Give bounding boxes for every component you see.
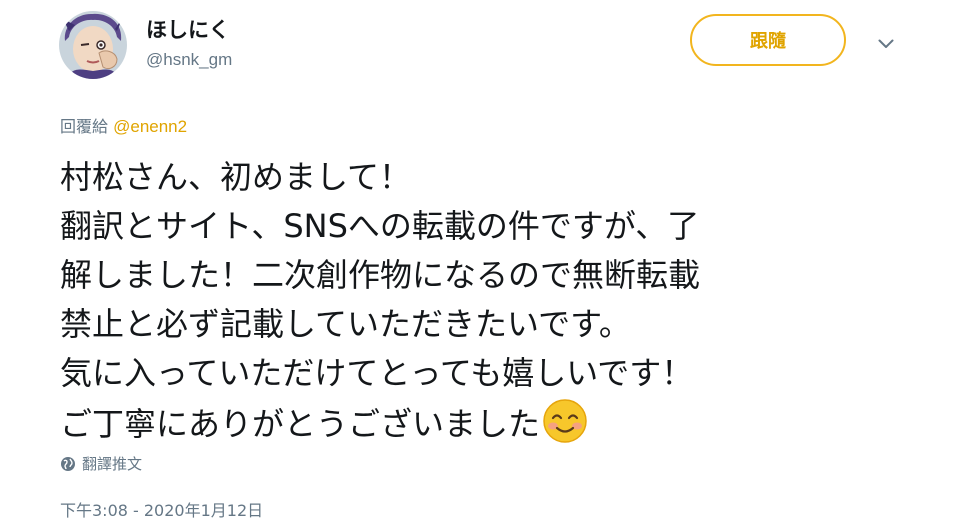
tweet-text: 村松さん、初めまして！ 翻訳とサイト、SNSへの転載の件ですが、了 解しました！… <box>60 153 920 449</box>
reply-mention-link[interactable]: @enenn2 <box>113 117 187 136</box>
tweet-text-line: 気に入っていただけてとっても嬉しいです！ <box>60 354 694 392</box>
tweet-text-line: ご丁寧にありがとうございました <box>60 405 541 443</box>
avatar[interactable] <box>59 11 127 79</box>
chevron-down-icon <box>878 39 894 48</box>
blushing-smile-emoji-icon <box>543 399 587 443</box>
reply-prefix: 回覆給 <box>60 117 109 136</box>
tweet-text-last-line: ご丁寧にありがとうございました <box>60 398 920 449</box>
tweet-text-line: 禁止と必ず記載していただきたいです。 <box>60 305 631 343</box>
tweet-timestamp[interactable]: 下午3:08 - 2020年1月12日 <box>60 497 263 521</box>
more-options-button[interactable] <box>871 33 901 55</box>
tweet-text-line: 解しました！二次創作物になるので無断転載 <box>60 256 701 294</box>
translate-tweet-link[interactable]: 翻譯推文 <box>60 453 142 474</box>
user-handle[interactable]: @hsnk_gm <box>146 50 232 70</box>
display-name[interactable]: ほしにく <box>146 14 230 44</box>
globe-icon <box>61 456 75 471</box>
tweet-text-line: 翻訳とサイト、SNSへの転載の件ですが、了 <box>60 207 700 245</box>
tweet-card: ほしにく @hsnk_gm 跟隨 回覆給 @enenn2 村松さん、初めまして！… <box>0 0 957 525</box>
reply-context: 回覆給 @enenn2 <box>60 113 187 137</box>
translate-label: 翻譯推文 <box>82 455 143 473</box>
tweet-text-line: 村松さん、初めまして！ <box>60 158 412 196</box>
follow-button[interactable]: 跟隨 <box>690 14 846 66</box>
